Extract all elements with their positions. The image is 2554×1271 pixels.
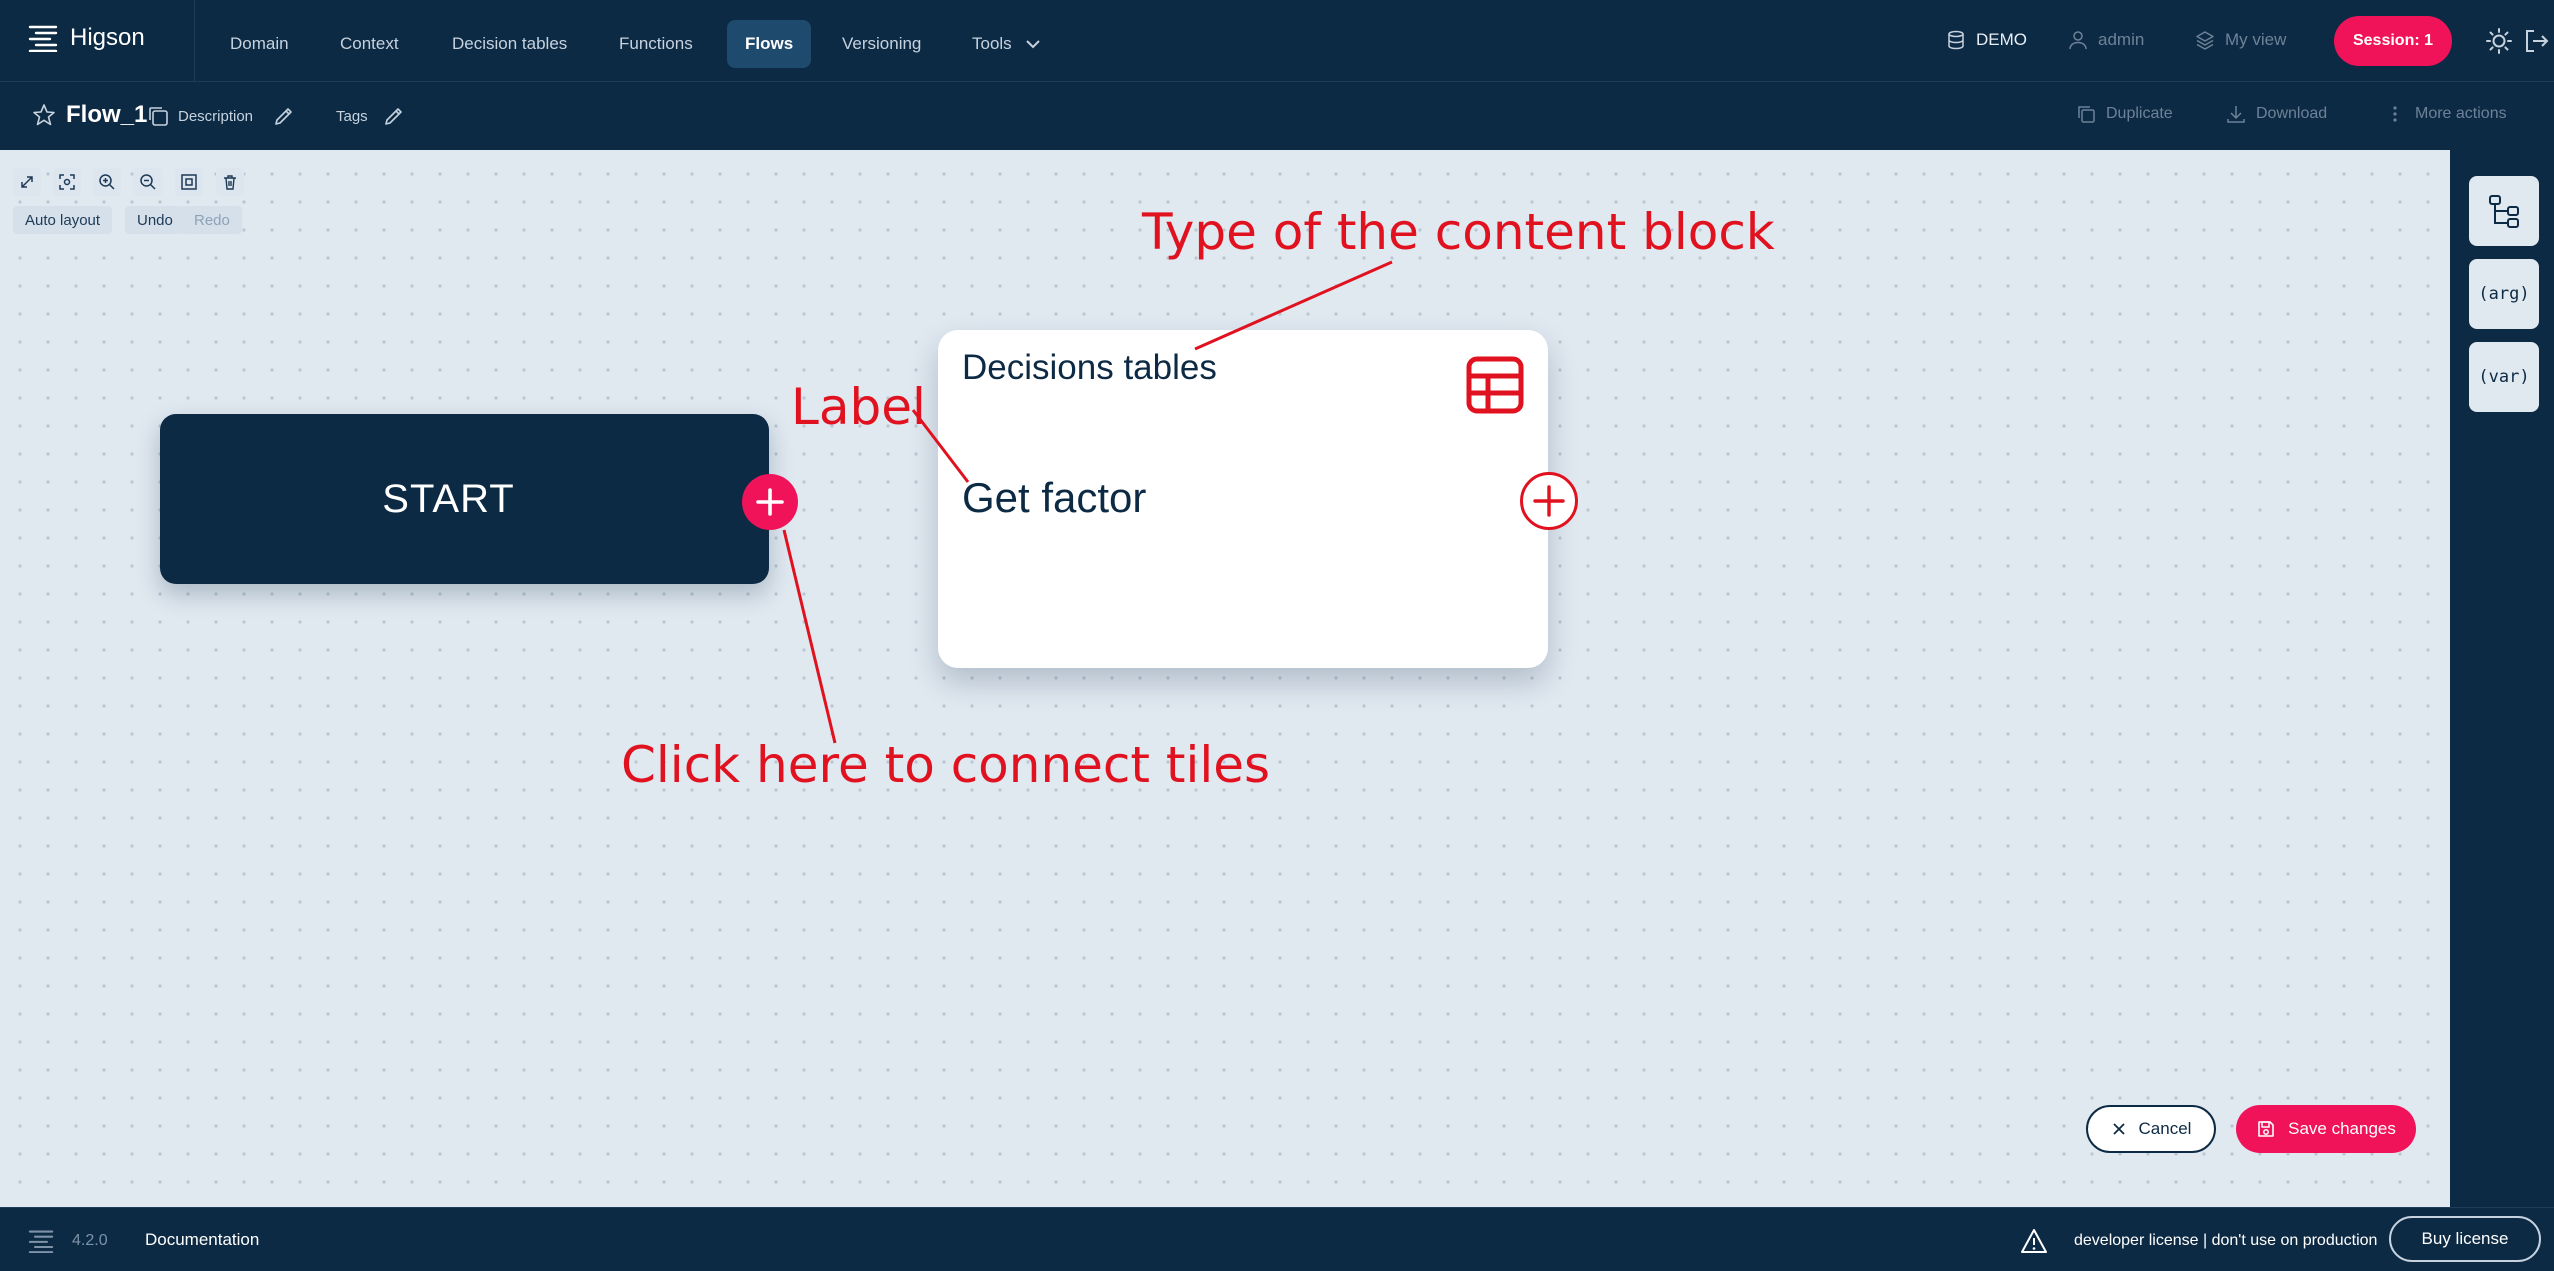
- documentation-link[interactable]: Documentation: [145, 1230, 259, 1250]
- start-connect-button[interactable]: [742, 474, 798, 530]
- edit-tags-icon[interactable]: [382, 104, 406, 128]
- nav-functions[interactable]: Functions: [601, 20, 711, 68]
- higson-logo-icon: [28, 25, 58, 52]
- cancel-label: Cancel: [2138, 1119, 2192, 1138]
- zoom-out-button[interactable]: [134, 168, 162, 196]
- nav-label: Context: [340, 34, 399, 53]
- copy-icon[interactable]: [146, 104, 170, 128]
- nav-flows[interactable]: Flows: [727, 20, 812, 68]
- higson-logo-icon: [28, 1230, 54, 1253]
- flow-structure-button[interactable]: [2469, 176, 2539, 246]
- nav-label: Tools: [972, 34, 1012, 53]
- nav-label: Domain: [230, 34, 289, 53]
- more-actions-button[interactable]: More actions: [2385, 104, 2507, 124]
- nav-decision-tables[interactable]: Decision tables: [434, 20, 585, 68]
- node-connect-button[interactable]: [1520, 472, 1578, 530]
- app-name: Higson: [70, 24, 145, 51]
- database-icon: [1948, 30, 1964, 50]
- plus-icon: [1533, 485, 1565, 517]
- variables-button[interactable]: (var): [2469, 342, 2539, 412]
- zoom-in-icon: [99, 174, 115, 190]
- cancel-button[interactable]: Cancel: [2086, 1105, 2216, 1153]
- annotation-label: Label: [791, 378, 926, 436]
- plus-icon: [756, 488, 784, 516]
- delete-button[interactable]: [216, 168, 244, 196]
- var-label: (var): [2478, 367, 2530, 387]
- app-logo[interactable]: Higson: [28, 24, 145, 52]
- version-info: 4.2.0: [28, 1229, 108, 1253]
- flow-title: Flow_1: [66, 101, 148, 128]
- license-text: developer license | don't use on product…: [2074, 1232, 2378, 1249]
- flow-tree-icon: [2489, 195, 2519, 228]
- theme-toggle-icon[interactable]: [2485, 27, 2513, 55]
- expand-icon: [21, 176, 33, 188]
- trash-icon: [224, 175, 236, 190]
- start-node[interactable]: START: [160, 414, 769, 584]
- nav-label: Functions: [619, 34, 693, 53]
- edit-description-icon[interactable]: [272, 104, 296, 128]
- version-label: 4.2.0: [72, 1232, 108, 1249]
- my-view-label: My view: [2225, 30, 2287, 49]
- user-label: admin: [2098, 30, 2145, 49]
- nav-tools[interactable]: Tools: [954, 20, 1060, 68]
- duplicate-button[interactable]: Duplicate: [2076, 104, 2173, 124]
- save-icon: [2258, 1121, 2274, 1137]
- decision-table-node[interactable]: Decisions tables Get factor: [938, 330, 1548, 668]
- more-vertical-icon: [2393, 106, 2397, 122]
- session-button[interactable]: Session: 1: [2334, 16, 2452, 66]
- buy-license-button[interactable]: Buy license: [2389, 1216, 2541, 1262]
- nav-versioning[interactable]: Versioning: [824, 20, 939, 68]
- my-view-menu[interactable]: My view: [2195, 25, 2286, 55]
- arg-label: (arg): [2478, 284, 2530, 304]
- zoom-out-icon: [140, 174, 156, 190]
- environment-selector[interactable]: DEMO: [1946, 25, 2027, 55]
- license-notice: developer license | don't use on product…: [2020, 1228, 2377, 1254]
- nav-label: Flows: [745, 34, 794, 53]
- table-icon: [1466, 356, 1524, 414]
- select-frame-button[interactable]: [175, 168, 203, 196]
- warning-icon: [2021, 1229, 2047, 1253]
- annotation-type: Type of the content block: [1142, 203, 1775, 261]
- layers-icon: [2196, 31, 2214, 50]
- fit-view-icon: [59, 174, 75, 190]
- select-frame-icon: [181, 174, 197, 190]
- nav-domain[interactable]: Domain: [212, 20, 307, 68]
- nav-context[interactable]: Context: [322, 20, 417, 68]
- duplicate-label: Duplicate: [2106, 105, 2173, 122]
- auto-layout-button[interactable]: Auto layout: [13, 206, 113, 234]
- start-node-label: START: [382, 476, 515, 521]
- redo-button[interactable]: Redo: [182, 206, 242, 234]
- undo-button[interactable]: Undo: [125, 206, 185, 234]
- zoom-in-button[interactable]: [93, 168, 121, 196]
- node-type-label: Decisions tables: [962, 348, 1217, 387]
- chevron-down-icon: [1025, 40, 1040, 49]
- star-icon[interactable]: [32, 103, 56, 127]
- arguments-button[interactable]: (arg): [2469, 259, 2539, 329]
- nav-label: Versioning: [842, 34, 922, 53]
- close-icon: [2112, 1123, 2125, 1135]
- flow-canvas[interactable]: [0, 150, 2450, 1207]
- save-changes-button[interactable]: Save changes: [2236, 1105, 2416, 1153]
- description-label: Description: [178, 108, 254, 125]
- download-icon: [2227, 106, 2245, 123]
- fit-view-button[interactable]: [53, 168, 81, 196]
- more-actions-label: More actions: [2415, 105, 2507, 122]
- logout-icon[interactable]: [2522, 27, 2550, 55]
- user-menu[interactable]: admin: [2068, 25, 2144, 55]
- environment-label: DEMO: [1976, 30, 2027, 49]
- nav-divider: [194, 0, 195, 82]
- duplicate-icon: [2078, 106, 2095, 123]
- fullscreen-button[interactable]: [13, 168, 41, 196]
- download-button[interactable]: Download: [2226, 104, 2327, 124]
- node-label: Get factor: [962, 474, 1147, 521]
- nav-label: Decision tables: [452, 34, 568, 53]
- tags-label: Tags: [336, 108, 368, 125]
- download-label: Download: [2256, 105, 2328, 122]
- save-label: Save changes: [2288, 1119, 2396, 1138]
- annotation-connect: Click here to connect tiles: [621, 736, 1271, 794]
- user-icon: [2069, 31, 2087, 50]
